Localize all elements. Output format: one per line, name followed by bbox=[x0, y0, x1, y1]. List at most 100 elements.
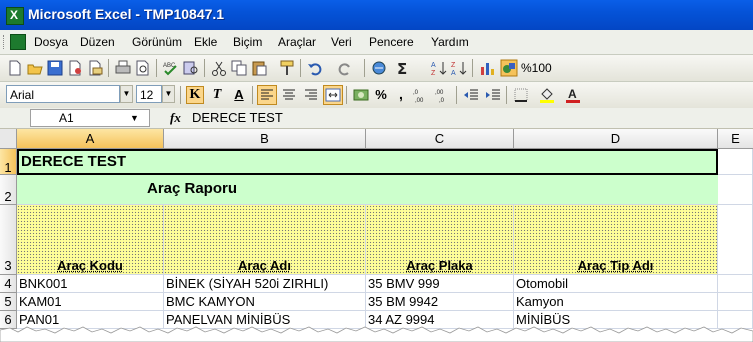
font-name-field[interactable]: Arial bbox=[6, 85, 120, 103]
row-header-1[interactable]: 1 bbox=[0, 149, 17, 175]
cell-e3[interactable] bbox=[718, 205, 753, 275]
autosum-icon[interactable]: Σ bbox=[394, 59, 412, 77]
decrease-indent-icon[interactable] bbox=[462, 86, 480, 104]
increase-decimal-icon[interactable]: ,0,00 bbox=[412, 86, 430, 104]
research-icon[interactable] bbox=[182, 59, 200, 77]
column-header-b[interactable]: B bbox=[164, 129, 366, 149]
table-cell[interactable]: KAM01 bbox=[17, 293, 164, 311]
cut-icon[interactable] bbox=[210, 59, 228, 77]
decrease-decimal-icon[interactable]: ,00,0 bbox=[434, 86, 452, 104]
comma-style-icon[interactable]: , bbox=[392, 86, 410, 104]
row-header-3[interactable]: 3 bbox=[0, 205, 17, 275]
column-header-a[interactable]: A bbox=[17, 129, 164, 149]
cell-c3-header[interactable]: Araç Plaka bbox=[366, 205, 514, 275]
sort-ascending-icon[interactable]: AZ bbox=[430, 59, 448, 77]
row-header-2[interactable]: 2 bbox=[0, 175, 17, 205]
increase-indent-icon[interactable] bbox=[484, 86, 502, 104]
menu-ekle[interactable]: Ekle bbox=[194, 35, 217, 49]
align-right-icon[interactable] bbox=[302, 86, 320, 104]
table-cell[interactable]: 35 BM 9942 bbox=[366, 293, 514, 311]
svg-text:A: A bbox=[431, 62, 436, 69]
toolbar-separator bbox=[204, 59, 205, 77]
save-icon[interactable] bbox=[46, 59, 64, 77]
table-cell[interactable]: BNK001 bbox=[17, 275, 164, 293]
zoom-level[interactable]: %100 bbox=[521, 61, 552, 75]
table-cell[interactable]: BİNEK (SİYAH 520i ZIRHLI) bbox=[164, 275, 366, 293]
borders-icon[interactable] bbox=[512, 86, 530, 104]
toolbar-separator bbox=[346, 86, 347, 104]
svg-text:Σ: Σ bbox=[397, 60, 407, 77]
print-preview-icon[interactable] bbox=[134, 59, 152, 77]
new-icon[interactable] bbox=[6, 59, 24, 77]
menu-bicim[interactable]: Biçim bbox=[233, 35, 262, 49]
paste-icon[interactable] bbox=[250, 59, 268, 77]
cell-e4[interactable] bbox=[718, 275, 753, 293]
permission-icon[interactable] bbox=[66, 59, 84, 77]
format-painter-icon[interactable] bbox=[278, 59, 296, 77]
spelling-icon[interactable]: ABC bbox=[162, 59, 180, 77]
cell-e5[interactable] bbox=[718, 293, 753, 311]
column-header-d[interactable]: D bbox=[514, 129, 718, 149]
align-center-icon[interactable] bbox=[280, 86, 298, 104]
cell-e2[interactable] bbox=[718, 175, 753, 205]
menu-pencere[interactable]: Pencere bbox=[369, 35, 414, 49]
column-header-e[interactable]: E bbox=[718, 129, 753, 149]
font-color-icon[interactable]: A bbox=[564, 86, 582, 104]
open-icon[interactable] bbox=[26, 59, 44, 77]
toolbar-separator bbox=[456, 86, 457, 104]
menu-araclar[interactable]: Araçlar bbox=[278, 35, 316, 49]
toolbar-separator bbox=[108, 59, 109, 77]
torn-edge-decoration bbox=[0, 326, 753, 342]
table-cell[interactable]: Kamyon bbox=[514, 293, 718, 311]
sort-descending-icon[interactable]: ZA bbox=[450, 59, 468, 77]
currency-icon[interactable] bbox=[352, 86, 370, 104]
menu-gorunum[interactable]: Görünüm bbox=[132, 35, 182, 49]
row-header-4[interactable]: 4 bbox=[0, 275, 17, 293]
table-cell[interactable]: BMC KAMYON bbox=[164, 293, 366, 311]
insert-function-icon[interactable]: fx bbox=[170, 110, 181, 126]
cell-a3-header[interactable]: Araç Kodu bbox=[17, 205, 164, 275]
formula-input[interactable]: DERECE TEST bbox=[192, 110, 283, 125]
window-title: Microsoft Excel - TMP10847.1 bbox=[28, 6, 225, 22]
undo-icon[interactable] bbox=[306, 59, 324, 77]
excel-app-icon[interactable] bbox=[6, 7, 24, 25]
table-cell[interactable]: 35 BMV 999 bbox=[366, 275, 514, 293]
print-icon[interactable] bbox=[114, 59, 132, 77]
column-header-c[interactable]: C bbox=[366, 129, 514, 149]
align-left-icon[interactable] bbox=[257, 85, 277, 105]
cell-a1-title[interactable]: DERECE TEST bbox=[17, 149, 718, 175]
menu-yardim[interactable]: Yardım bbox=[431, 35, 469, 49]
menu-veri[interactable]: Veri bbox=[331, 35, 352, 49]
menu-dosya[interactable]: Dosya bbox=[34, 35, 68, 49]
underline-icon[interactable]: A bbox=[230, 86, 248, 104]
cell-b3-header[interactable]: Araç Adı bbox=[164, 205, 366, 275]
menu-grip-handle[interactable] bbox=[3, 35, 7, 49]
italic-icon[interactable]: T bbox=[208, 86, 226, 104]
row-header-5[interactable]: 5 bbox=[0, 293, 17, 311]
toolbar-separator bbox=[364, 59, 365, 77]
workbook-icon[interactable] bbox=[10, 34, 26, 50]
font-size-dropdown-icon[interactable]: ▼ bbox=[162, 85, 175, 103]
cell-d3-header[interactable]: Araç Tip Adı bbox=[514, 205, 718, 275]
menu-duzen[interactable]: Düzen bbox=[80, 35, 115, 49]
copy-icon[interactable] bbox=[230, 59, 248, 77]
name-box-dropdown-icon[interactable]: ▼ bbox=[130, 113, 139, 123]
drawing-icon[interactable] bbox=[500, 59, 518, 77]
select-all-corner[interactable] bbox=[0, 129, 17, 149]
percent-style-icon[interactable]: % bbox=[372, 86, 390, 104]
cell-e1[interactable] bbox=[718, 149, 753, 175]
redo-icon[interactable] bbox=[336, 59, 354, 77]
font-name-dropdown-icon[interactable]: ▼ bbox=[120, 85, 133, 103]
toolbar-separator bbox=[252, 86, 253, 104]
hyperlink-icon[interactable] bbox=[370, 59, 388, 77]
bold-icon[interactable]: K bbox=[186, 86, 204, 104]
table-cell[interactable]: Otomobil bbox=[514, 275, 718, 293]
subtitle-text: Araç Raporu bbox=[146, 180, 238, 197]
header-arac-kodu: Araç Kodu bbox=[57, 258, 123, 273]
email-icon[interactable] bbox=[86, 59, 104, 77]
font-size-field[interactable]: 12 bbox=[136, 85, 162, 103]
merge-center-icon[interactable] bbox=[323, 85, 343, 105]
header-arac-plaka: Araç Plaka bbox=[406, 258, 473, 273]
chart-wizard-icon[interactable] bbox=[478, 59, 496, 77]
fill-color-icon[interactable] bbox=[538, 86, 556, 104]
